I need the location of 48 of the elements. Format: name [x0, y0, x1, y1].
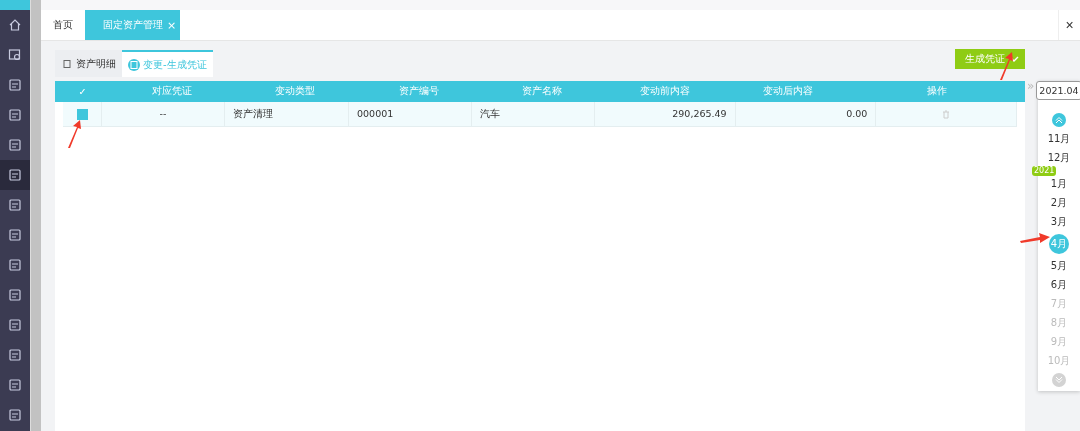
table-row[interactable]: -- 资产清理 000001 汽车 290,265.49 0.00 [63, 102, 1017, 127]
scrollbar[interactable] [30, 0, 41, 431]
menu-icon[interactable] [8, 138, 22, 152]
column-header: 变动前内容 [638, 85, 691, 98]
column-header: 操作 [926, 85, 948, 98]
column-header: 变动后内容 [761, 85, 814, 98]
month-item[interactable]: 3月 [1050, 215, 1068, 229]
table-cell: 资产清理 [225, 102, 349, 126]
month-item[interactable]: 5月 [1050, 259, 1068, 273]
menu-icon[interactable] [8, 168, 22, 182]
calendar-icon [61, 57, 73, 70]
menu-icon[interactable] [8, 258, 22, 272]
menu-icon[interactable] [8, 408, 22, 422]
period-field[interactable]: 2021.04 [1036, 81, 1080, 100]
month-item[interactable]: 12月 [1047, 151, 1071, 165]
sub-tab[interactable]: 资产明细 [55, 50, 122, 77]
month-item[interactable]: 1月 [1050, 177, 1068, 191]
annotation-arrow [65, 119, 83, 149]
edit-icon [128, 58, 140, 71]
table-cell: -- [102, 102, 225, 126]
menu-icon[interactable] [8, 228, 22, 242]
row-checkbox[interactable] [76, 108, 88, 120]
column-header: ✓ [77, 86, 88, 97]
menu-icon[interactable] [8, 288, 22, 302]
menu-icon[interactable] [8, 78, 22, 92]
column-header: 资产编号 [397, 85, 440, 98]
menu-icon[interactable] [8, 318, 22, 332]
home-icon[interactable] [8, 18, 22, 32]
table-cell: 汽车 [472, 102, 595, 126]
year-badge: 2021 [1032, 166, 1057, 176]
scroll-up-icon[interactable] [1052, 113, 1066, 127]
search-icon[interactable] [8, 48, 22, 62]
menu-icon[interactable] [8, 348, 22, 362]
column-header: 资产名称 [520, 85, 563, 98]
month-item[interactable]: 6月 [1050, 278, 1068, 292]
logo-bar [0, 0, 30, 10]
column-header: 变动类型 [274, 85, 316, 98]
table-cell: 290,265.49 [595, 102, 736, 126]
column-header: 对应凭证 [150, 85, 193, 98]
menu-icon[interactable] [8, 108, 22, 122]
menu-icon[interactable] [8, 378, 22, 392]
month-item[interactable]: 11月 [1047, 132, 1071, 146]
annotation-arrow [1020, 231, 1050, 245]
table-cell: 000001 [349, 102, 472, 126]
month-item[interactable]: 2月 [1050, 196, 1068, 210]
page-tab[interactable]: 首页 [41, 10, 85, 40]
menu-icon[interactable] [8, 198, 22, 212]
table-cell: 0.00 [735, 102, 877, 126]
